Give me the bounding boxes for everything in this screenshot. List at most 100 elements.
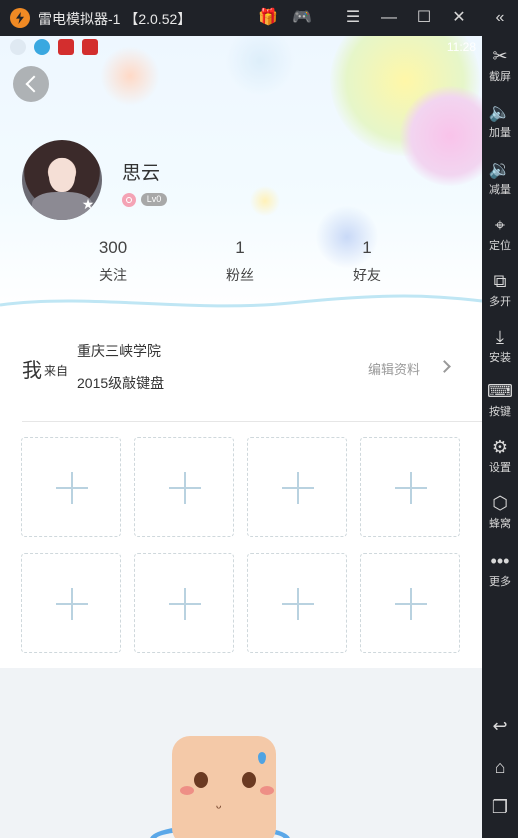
nav-recents-button[interactable]: ❐	[482, 792, 518, 822]
nav-back-button[interactable]: ↩	[482, 711, 518, 741]
stat-label: 关注	[99, 267, 127, 283]
from-label: 来自	[44, 364, 69, 378]
level-badge: Lv0	[141, 193, 167, 206]
sidebar-item-label: 安装	[489, 352, 511, 364]
app-notification-icon	[82, 39, 98, 55]
android-status-bar: 11:28	[0, 36, 482, 60]
class-name: 2015级敲键盘	[77, 375, 165, 391]
divider	[22, 421, 482, 422]
app-notification-icon	[58, 39, 74, 55]
bottom-area: ᵕ	[0, 668, 482, 838]
sidebar-item-label: 蜂窝	[489, 518, 511, 530]
phone-screen: 11:28 ★ 思云 Lv0 300 关注 1 粉丝 1 好友 我 来自 重庆三…	[0, 36, 482, 838]
add-photo-slot[interactable]	[247, 553, 347, 653]
mascot-cheek	[180, 786, 194, 795]
from-prefix: 我	[22, 360, 42, 382]
school-name: 重庆三峡学院	[77, 343, 161, 359]
sidebar-item-label: 设置	[489, 462, 511, 474]
add-photo-slot[interactable]	[134, 553, 234, 653]
nav-home-button[interactable]: ⌂	[482, 752, 518, 782]
avatar-face	[49, 158, 75, 192]
emulator-sidebar: ✂ 截屏 🔈 加量 🔉 减量 ⌖ 定位 ⧉ 多开 ⤓ 安装 ⌨ 按键 ⚙ 设置 …	[482, 36, 518, 838]
plus-icon	[184, 472, 186, 504]
sidebar-item-label: 减量	[489, 184, 511, 196]
window-title: 雷电模拟器-1 【2.0.52】	[38, 11, 192, 27]
female-gender-icon	[122, 193, 136, 207]
mascot-mouth: ᵕ	[216, 799, 222, 815]
location-icon: ⌖	[494, 215, 506, 235]
sidebar-item-label: 截屏	[489, 71, 511, 83]
sidebar-item-label: 加量	[489, 127, 511, 139]
menu-icon[interactable]: ☰	[341, 8, 365, 28]
stat-followers[interactable]: 1 粉丝	[200, 236, 280, 285]
back-button[interactable]	[13, 66, 49, 102]
collapse-sidebar-icon[interactable]: «	[488, 8, 512, 28]
emulator-title-bar: 雷电模拟器-1 【2.0.52】 🎁 🎮 ☰ — ☐ ✕ «	[0, 0, 518, 36]
volume-up-icon: 🔈	[488, 102, 512, 122]
hive-icon: ⬡	[492, 493, 508, 513]
mascot-eye	[194, 772, 208, 788]
plus-icon	[184, 588, 186, 620]
maximize-icon[interactable]: ☐	[412, 8, 436, 28]
header-wave	[0, 294, 482, 317]
sidebar-item-location[interactable]: ⌖ 定位	[482, 211, 518, 265]
sidebar-item-label: 更多	[489, 576, 511, 588]
sidebar-item-install-apk[interactable]: ⤓ 安装	[482, 323, 518, 377]
home-icon: ⌂	[494, 757, 506, 777]
edit-profile-link[interactable]: 编辑资料	[360, 356, 460, 380]
sidebar-item-multi-window[interactable]: ⧉ 多开	[482, 267, 518, 321]
plus-icon	[410, 472, 412, 504]
close-icon[interactable]: ✕	[447, 8, 471, 28]
back-icon: ↩	[492, 716, 508, 736]
volume-down-icon: 🔉	[488, 159, 512, 179]
mascot-illustration: ᵕ	[150, 736, 290, 838]
plus-icon	[297, 588, 299, 620]
apk-install-icon: ⤓	[496, 327, 504, 347]
sidebar-item-keymap[interactable]: ⌨ 按键	[482, 377, 518, 431]
gamepad-icon[interactable]: 🎮	[290, 8, 314, 28]
sidebar-item-hive[interactable]: ⬡ 蜂窝	[482, 489, 518, 543]
sidebar-item-label: 按键	[489, 406, 511, 418]
from-info-row: 我 来自 重庆三峡学院 2015级敲键盘 编辑资料	[0, 326, 482, 422]
chevron-right-icon	[438, 360, 451, 373]
add-photo-slot[interactable]	[134, 437, 234, 537]
settings-icon: ⚙	[491, 437, 509, 457]
stat-label: 好友	[353, 267, 381, 283]
sidebar-item-volume-down[interactable]: 🔉 减量	[482, 155, 518, 209]
notification-icon	[10, 39, 26, 55]
sidebar-item-more[interactable]: ••• 更多	[482, 547, 518, 601]
edit-profile-label: 编辑资料	[368, 362, 421, 377]
multi-window-icon: ⧉	[493, 271, 507, 291]
qq-icon	[34, 39, 50, 55]
stat-value: 300	[98, 238, 128, 257]
add-photo-slot[interactable]	[360, 437, 460, 537]
stat-value: 1	[235, 238, 245, 257]
username: 思云	[122, 163, 161, 184]
add-photo-slot[interactable]	[247, 437, 347, 537]
add-photo-slot[interactable]	[21, 437, 121, 537]
stat-value: 1	[362, 238, 372, 257]
sidebar-item-volume-up[interactable]: 🔈 加量	[482, 98, 518, 152]
stat-friends[interactable]: 1 好友	[327, 236, 407, 285]
more-icon: •••	[490, 551, 510, 571]
recents-icon: ❐	[491, 797, 509, 817]
scissors-icon: ✂	[492, 46, 508, 66]
mascot-cheek	[260, 786, 274, 795]
plus-icon	[410, 588, 412, 620]
plus-icon	[71, 588, 73, 620]
sidebar-item-screenshot[interactable]: ✂ 截屏	[482, 42, 518, 96]
plus-icon	[71, 472, 73, 504]
mascot-eye	[242, 772, 256, 788]
sidebar-item-label: 定位	[489, 240, 511, 252]
minimize-icon[interactable]: —	[377, 8, 401, 28]
plus-icon	[297, 472, 299, 504]
stat-following[interactable]: 300 关注	[73, 236, 153, 285]
app-logo-icon	[10, 8, 30, 28]
star-badge-icon: ★	[81, 196, 95, 212]
add-photo-slot[interactable]	[360, 553, 460, 653]
sidebar-item-settings[interactable]: ⚙ 设置	[482, 433, 518, 487]
stat-label: 粉丝	[226, 267, 254, 283]
add-photo-slot[interactable]	[21, 553, 121, 653]
gift-icon[interactable]: 🎁	[256, 8, 280, 28]
keyboard-icon: ⌨	[487, 381, 513, 401]
